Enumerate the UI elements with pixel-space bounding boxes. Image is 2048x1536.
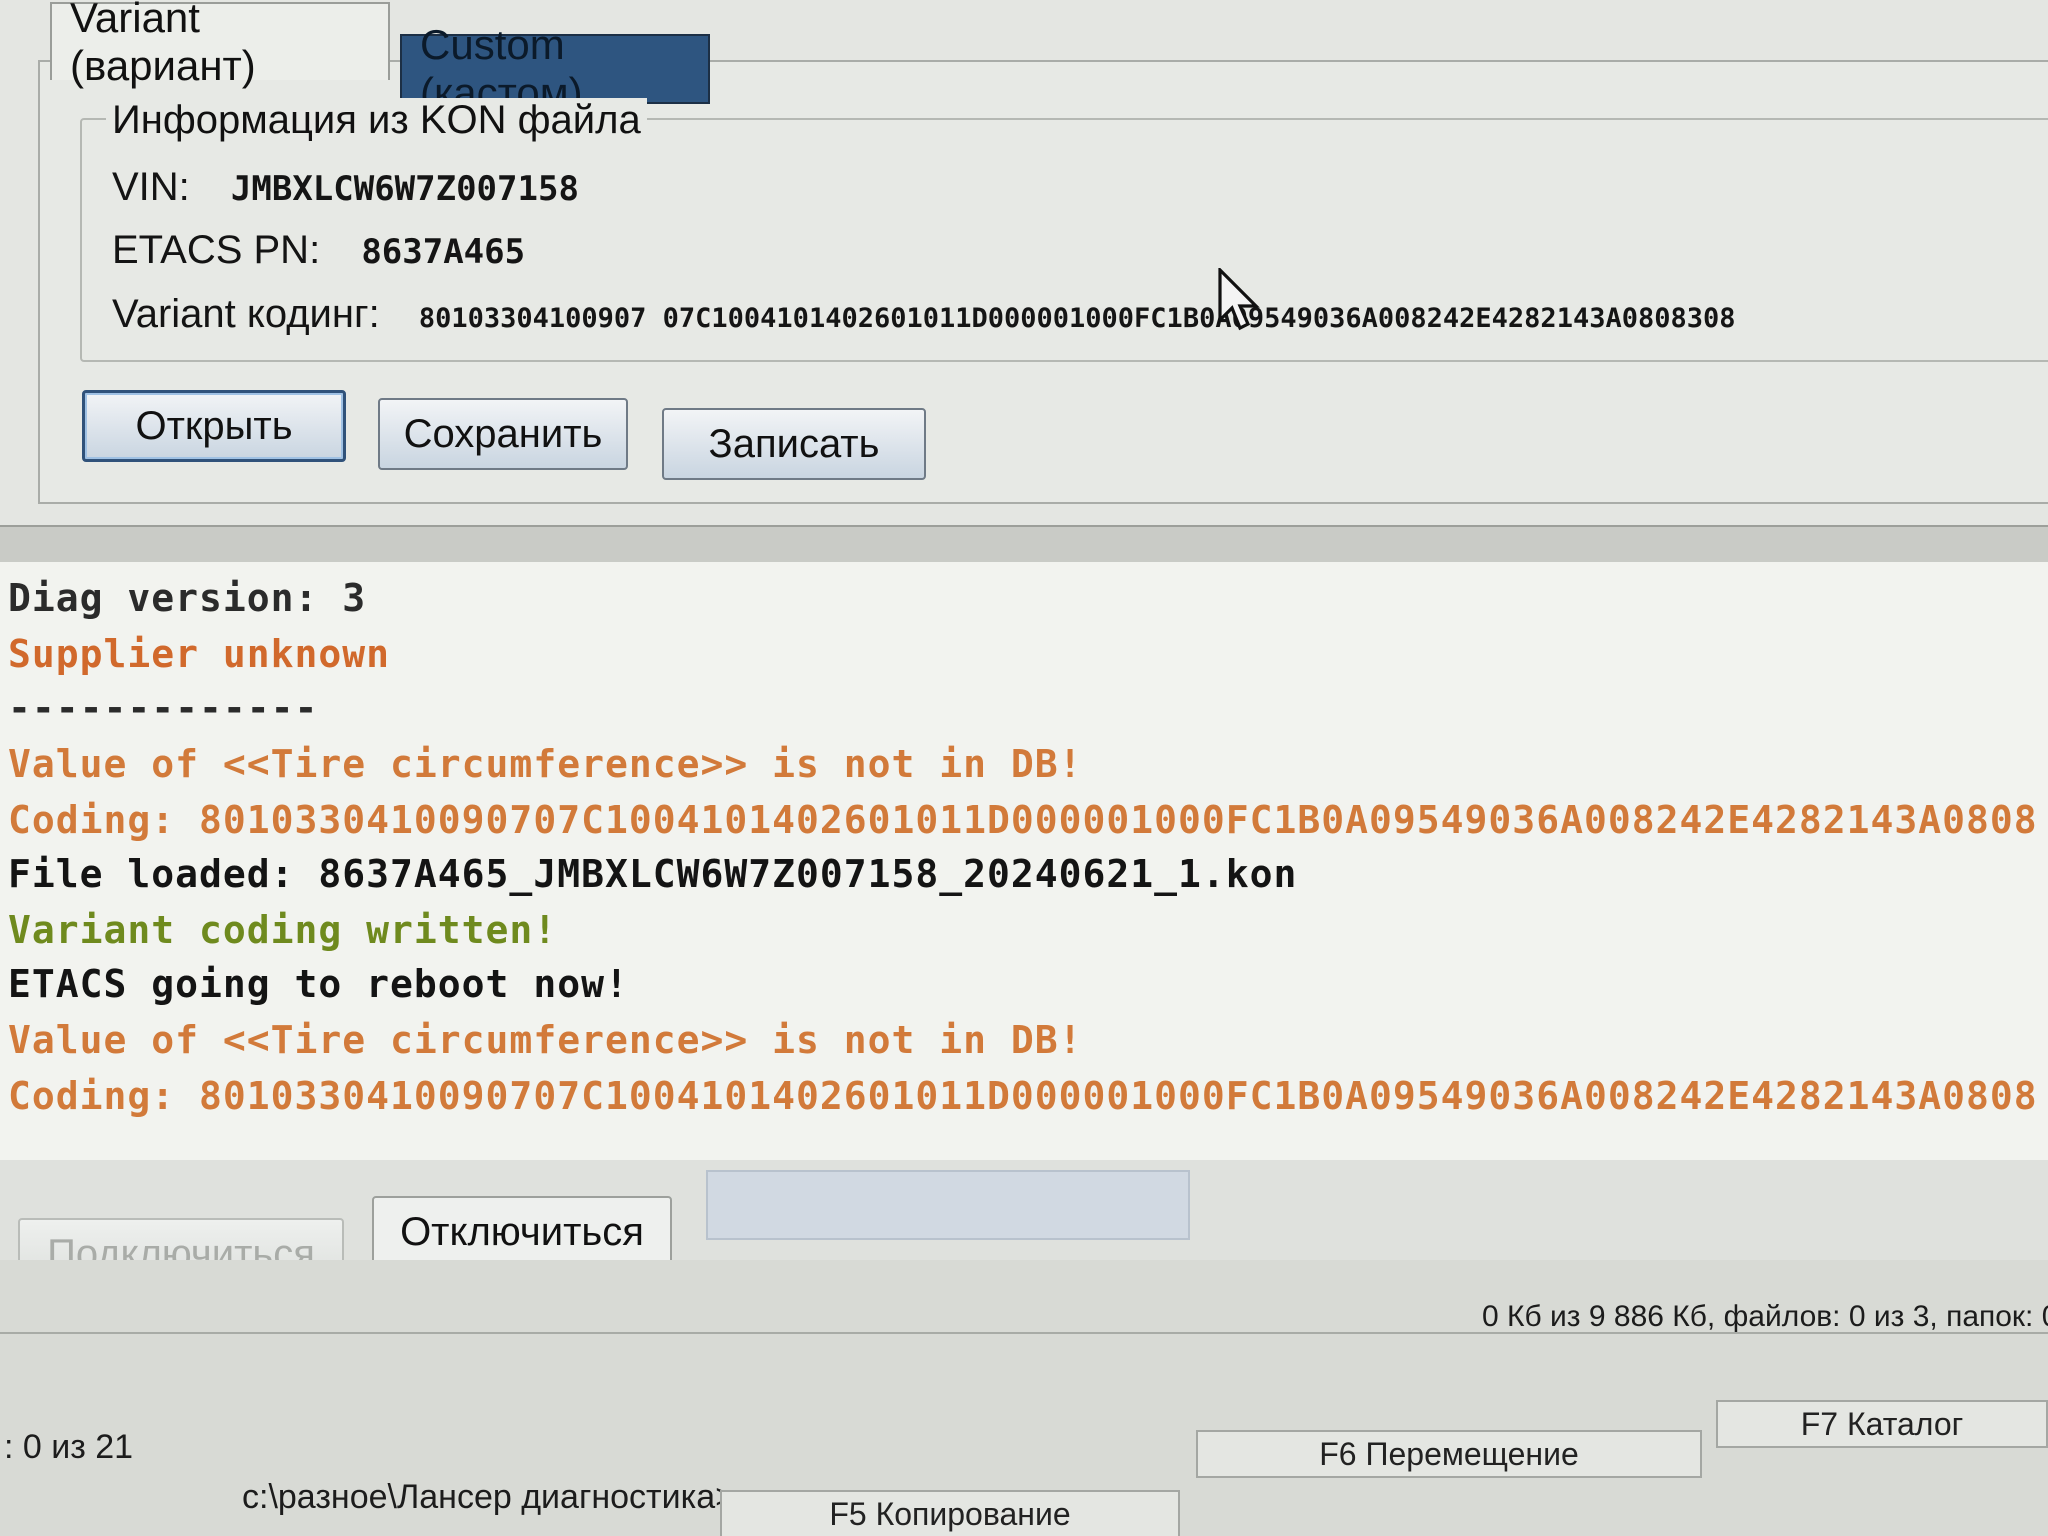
panel-splitter[interactable]: [0, 525, 2048, 564]
variant-coding-row: Variant кодинг: 80103304100907 07C100410…: [112, 292, 1736, 337]
etacs-pn-value: 8637A465: [361, 232, 526, 272]
etacs-pn-row: ETACS PN: 8637A465: [112, 228, 525, 273]
open-button[interactable]: Открыть: [82, 390, 346, 462]
log-output: Diag version: 3 Supplier unknown -------…: [0, 562, 2048, 1162]
log-line: -------------: [8, 686, 319, 730]
log-line: File loaded: 8637A465_JMBXLCW6W7Z007158_…: [8, 852, 1298, 896]
f6-move-button[interactable]: F6 Перемещение: [1196, 1430, 1702, 1478]
vin-label: VIN:: [112, 165, 190, 209]
vin-row: VIN: JMBXLCW6W7Z007158: [112, 165, 579, 210]
vin-value: JMBXLCW6W7Z007158: [230, 169, 579, 209]
f7-folder-button[interactable]: F7 Каталог: [1716, 1400, 2048, 1448]
right-selection-info: 0 Кб из 9 886 Кб, файлов: 0 из 3, папок:…: [1482, 1300, 2048, 1333]
kon-info-title: Информация из KON файла: [106, 98, 647, 143]
log-line: ETACS going to reboot now!: [8, 962, 629, 1006]
log-line: Supplier unknown: [8, 632, 391, 676]
log-line: Coding: 8010330410090707C100410140260101…: [8, 1074, 2038, 1118]
tab-custom[interactable]: Custom (кастом): [400, 21, 710, 116]
write-button[interactable]: Записать: [662, 408, 926, 480]
variant-coding-value: 80103304100907 07C1004101402601011D00000…: [418, 303, 1736, 334]
variant-coding-label: Variant кодинг:: [112, 292, 380, 336]
coding-panel: Custom (кастом) Variant (вариант) Информ…: [0, 0, 2048, 525]
left-selection-info: : 0 из 21: [4, 1428, 134, 1466]
connection-progress-bar: [706, 1170, 1190, 1240]
f5-copy-button[interactable]: F5 Копирование: [720, 1490, 1180, 1536]
file-manager-window: 0 Кб из 9 886 Кб, файлов: 0 из 3, папок:…: [0, 1260, 2048, 1536]
log-line: Coding: 8010330410090707C100410140260101…: [8, 798, 2038, 842]
command-line-path[interactable]: c:\разное\Лансер диагностика>: [242, 1478, 735, 1517]
etacs-window: Custom (кастом) Variant (вариант) Информ…: [0, 0, 2048, 1536]
mouse-pointer-icon: [1218, 268, 1260, 331]
save-button[interactable]: Сохранить: [378, 398, 628, 470]
tab-variant[interactable]: Variant (вариант): [50, 0, 390, 89]
etacs-pn-label: ETACS PN:: [112, 228, 321, 272]
log-line: Diag version: 3: [8, 576, 367, 620]
disconnect-button[interactable]: Отключиться: [372, 1196, 672, 1268]
log-line: Value of <<Tire circumference>> is not i…: [8, 1018, 1083, 1062]
log-line: Variant coding written!: [8, 908, 558, 952]
log-line: Value of <<Tire circumference>> is not i…: [8, 742, 1083, 786]
